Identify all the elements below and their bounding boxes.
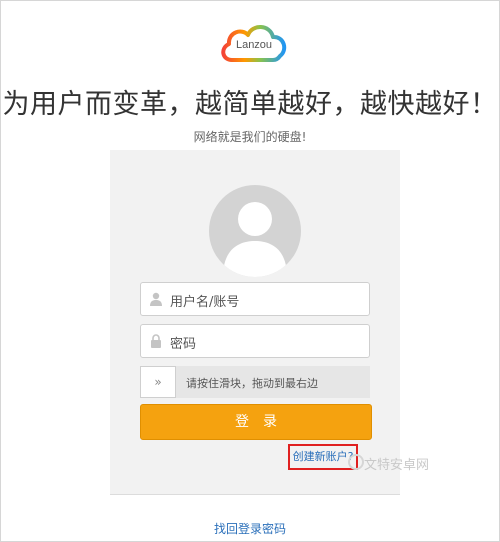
watermark-icon bbox=[348, 454, 364, 470]
avatar-placeholder-icon bbox=[209, 185, 301, 277]
logo-text: Lanzou bbox=[235, 39, 273, 51]
username-input[interactable]: 用户名/账号 bbox=[140, 282, 370, 316]
login-button[interactable]: 登录 bbox=[140, 404, 372, 440]
username-placeholder: 用户名/账号 bbox=[170, 295, 240, 310]
slider-handle-icon[interactable]: » bbox=[140, 366, 176, 398]
lanzou-logo: Lanzou bbox=[218, 22, 290, 66]
create-account-link[interactable]: 创建新账户? bbox=[288, 444, 358, 470]
panel-divider bbox=[110, 494, 400, 495]
lock-icon bbox=[151, 334, 161, 348]
password-placeholder: 密码 bbox=[170, 337, 197, 352]
login-panel: 用户名/账号 密码 » 请按住滑块，拖动到最右边 登录 bbox=[110, 150, 400, 494]
slogan-subtitle: 网络就是我们的硬盘! bbox=[193, 130, 307, 144]
forgot-password-link[interactable]: 找回登录密码 bbox=[0, 520, 500, 537]
slider-captcha[interactable]: » 请按住滑块，拖动到最右边 bbox=[140, 366, 370, 398]
password-input[interactable]: 密码 bbox=[140, 324, 370, 358]
slider-hint: 请按住滑块，拖动到最右边 bbox=[186, 377, 318, 390]
user-icon bbox=[150, 292, 162, 306]
slogan-heading: 为用户而变革，越简单越好，越快越好！ bbox=[2, 89, 498, 120]
watermark-text: 文特安卓网 bbox=[364, 458, 430, 473]
